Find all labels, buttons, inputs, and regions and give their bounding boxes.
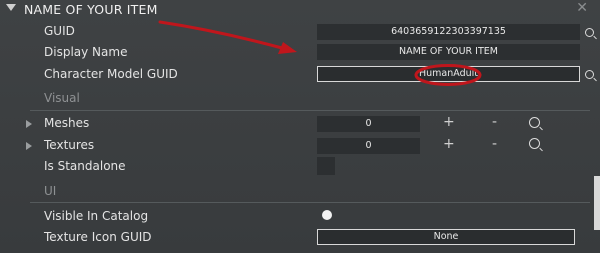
annotation-ellipse: [414, 64, 482, 86]
item-inspector-panel: NAME OF YOUR ITEM ✕ GUID 640365912230339…: [0, 0, 600, 253]
annotation-arrow-shaft: [158, 20, 284, 50]
annotation-overlay: [158, 20, 482, 86]
annotation-arrow-head-icon: [278, 42, 297, 54]
